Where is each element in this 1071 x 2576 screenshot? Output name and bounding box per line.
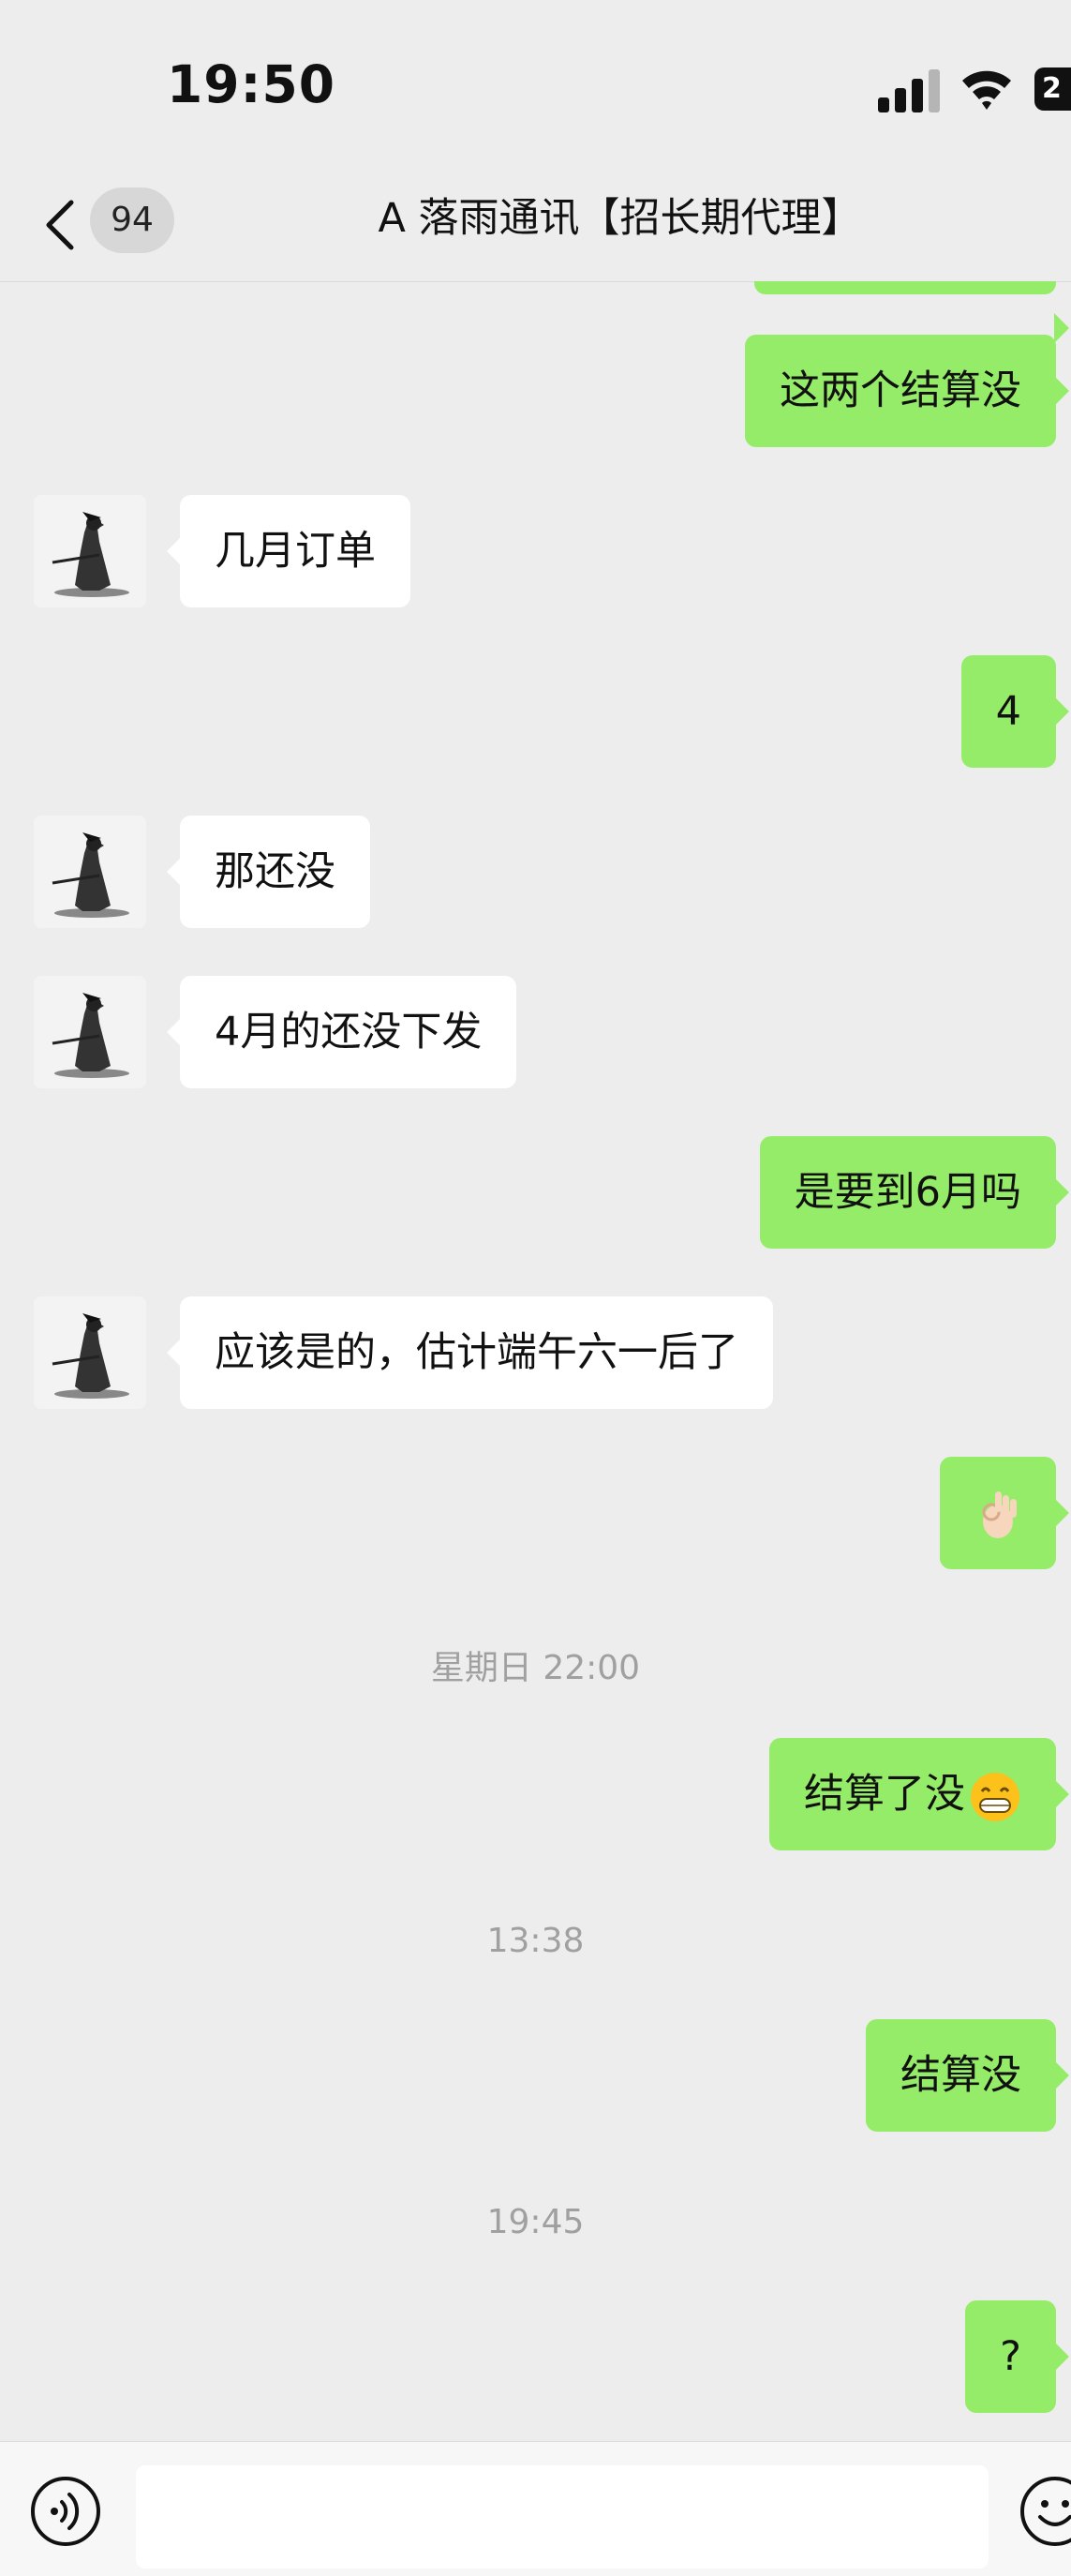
voice-input-icon[interactable] bbox=[30, 2476, 101, 2547]
status-time: 19:50 bbox=[167, 54, 336, 114]
message-bubble-outgoing[interactable]: ? bbox=[965, 2300, 1069, 2413]
cellular-signal-icon bbox=[878, 69, 940, 112]
message-bubble-outgoing[interactable]: 结算没 bbox=[866, 2019, 1069, 2132]
status-bar: 19:50 2 bbox=[0, 0, 1071, 178]
message-bubble-incoming[interactable]: 几月订单 bbox=[167, 495, 410, 607]
contact-avatar[interactable] bbox=[34, 976, 146, 1088]
message-bubble-outgoing[interactable] bbox=[940, 1457, 1069, 1569]
message-input[interactable] bbox=[136, 2465, 989, 2569]
message-bubble-outgoing[interactable]: 是要到6月吗 bbox=[759, 1136, 1070, 1249]
message-bubble-outgoing[interactable]: 这两个结算没 bbox=[745, 335, 1069, 447]
contact-avatar[interactable] bbox=[34, 816, 146, 928]
timestamp: 星期日 22:00 bbox=[430, 1649, 641, 1687]
back-chevron-icon[interactable] bbox=[41, 195, 79, 255]
timestamp: 19:45 bbox=[486, 2203, 585, 2241]
warrior-avatar-icon bbox=[34, 976, 146, 1088]
warrior-avatar-icon bbox=[34, 495, 146, 607]
message-list[interactable]: 这两个结算没 几月订单 4 那还没 4月的还没下发 是要到6月吗 应该是的，估计… bbox=[0, 281, 1071, 2441]
composer-bar bbox=[0, 2441, 1071, 2576]
message-text: 结算了没 bbox=[804, 1771, 965, 1818]
unread-count-badge[interactable]: 94 bbox=[90, 187, 174, 253]
ok-hand-emoji-icon bbox=[982, 1490, 1017, 1538]
message-bubble-outgoing[interactable]: 结算了没 bbox=[769, 1738, 1069, 1850]
message-bubble-incoming[interactable]: 那还没 bbox=[167, 816, 370, 928]
timestamp: 13:38 bbox=[486, 1922, 585, 1960]
message-bubble-incoming[interactable]: 应该是的，估计端午六一后了 bbox=[167, 1296, 773, 1409]
message-bubble-partial[interactable] bbox=[754, 281, 1069, 343]
wifi-icon bbox=[962, 70, 1011, 110]
message-bubble-incoming[interactable]: 4月的还没下发 bbox=[166, 976, 517, 1088]
message-bubble-outgoing[interactable]: 4 bbox=[960, 655, 1070, 768]
grin-emoji-icon bbox=[971, 1772, 1019, 1821]
warrior-avatar-icon bbox=[34, 816, 146, 928]
battery-icon: 2 bbox=[1034, 67, 1071, 111]
emoji-picker-icon[interactable] bbox=[1019, 2476, 1071, 2547]
contact-avatar[interactable] bbox=[34, 1296, 146, 1409]
contact-avatar[interactable] bbox=[34, 495, 146, 607]
warrior-avatar-icon bbox=[34, 1296, 146, 1409]
